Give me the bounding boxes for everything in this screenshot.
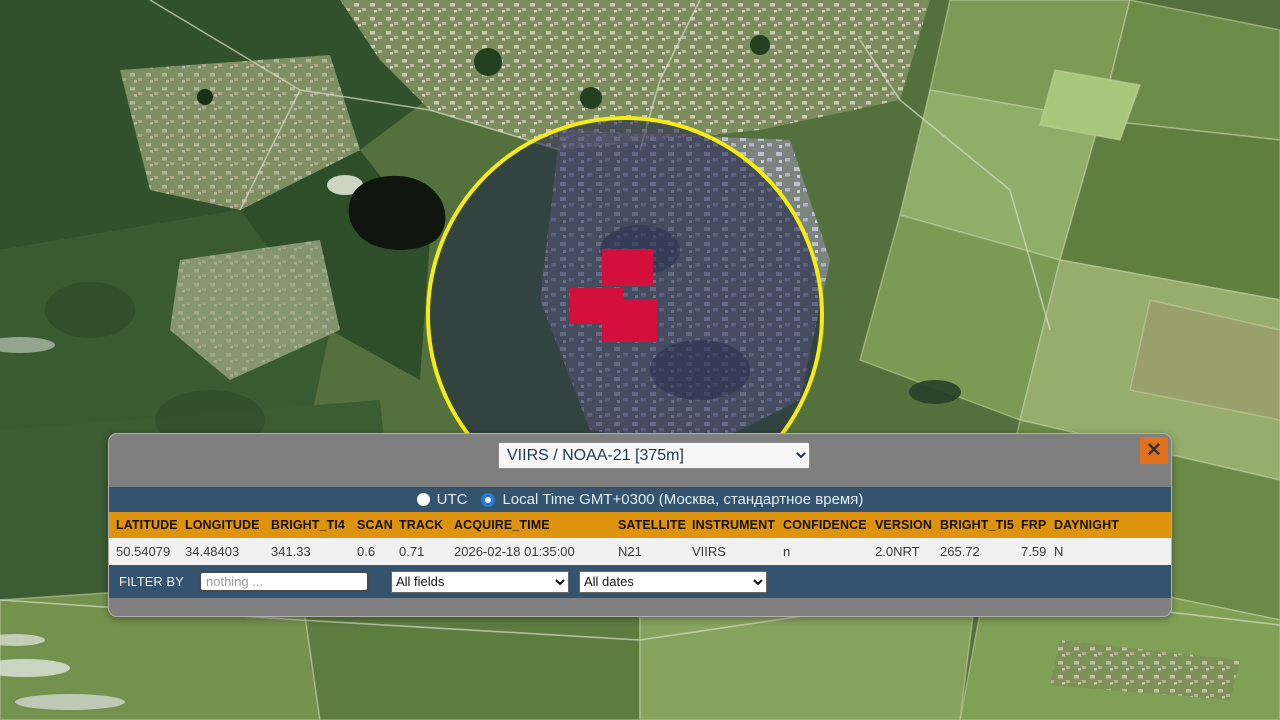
cell-latitude: 50.54079 <box>114 544 183 559</box>
cell-version: 2.0NRT <box>873 544 938 559</box>
col-header: TRACK <box>397 518 452 532</box>
fire-detection-marker[interactable] <box>602 300 657 342</box>
filter-by-label: FILTER BY <box>119 574 191 589</box>
local-time-radio-label: Local Time GMT+0300 (Москва, стандартное… <box>502 491 863 508</box>
col-header: SATELLITE <box>616 518 690 532</box>
table-header-row: LATITUDE LONGITUDE BRIGHT_TI4 SCAN TRACK… <box>109 512 1171 538</box>
fire-detection-marker[interactable] <box>602 249 653 286</box>
filter-bar: FILTER BY All fields All dates <box>109 565 1171 598</box>
filter-input[interactable] <box>199 571 369 592</box>
cell-frp: 7.59 <box>1019 544 1052 559</box>
utc-radio-group[interactable]: UTC <box>417 491 468 508</box>
cell-scan: 0.6 <box>355 544 397 559</box>
col-header: ACQUIRE_TIME <box>452 518 616 532</box>
col-header: CONFIDENCE <box>781 518 873 532</box>
sensor-select[interactable]: VIIRS / NOAA-21 [375m] <box>498 442 810 469</box>
cell-track: 0.71 <box>397 544 452 559</box>
local-time-radio-group[interactable]: Local Time GMT+0300 (Москва, стандартное… <box>481 491 863 508</box>
time-zone-bar: UTC Local Time GMT+0300 (Москва, стандар… <box>109 487 1171 512</box>
filter-dates-select[interactable]: All dates <box>579 571 767 593</box>
cell-bright-ti5: 265.72 <box>938 544 1019 559</box>
cell-instrument: VIIRS <box>690 544 781 559</box>
cell-confidence: n <box>781 544 873 559</box>
cell-longitude: 34.48403 <box>183 544 269 559</box>
col-header: LONGITUDE <box>183 518 269 532</box>
utc-radio-label: UTC <box>437 491 468 508</box>
cell-satellite: N21 <box>616 544 690 559</box>
close-icon[interactable]: ✕ <box>1140 437 1168 464</box>
cell-acquire-time: 2026-02-18 01:35:00 <box>452 544 616 559</box>
local-time-radio[interactable] <box>481 493 495 507</box>
utc-radio[interactable] <box>417 493 430 506</box>
cell-bright-ti4: 341.33 <box>269 544 355 559</box>
table-row[interactable]: 50.54079 34.48403 341.33 0.6 0.71 2026-0… <box>109 538 1171 565</box>
cell-daynight: N <box>1052 544 1171 559</box>
panel-header: VIIRS / NOAA-21 [375m] ✕ <box>109 434 1171 487</box>
col-header: VERSION <box>873 518 938 532</box>
col-header: INSTRUMENT <box>690 518 781 532</box>
col-header: FRP <box>1019 518 1052 532</box>
filter-fields-select[interactable]: All fields <box>391 571 569 593</box>
col-header: LATITUDE <box>114 518 183 532</box>
col-header: BRIGHT_TI4 <box>269 518 355 532</box>
col-header: SCAN <box>355 518 397 532</box>
col-header: DAYNIGHT <box>1052 518 1171 532</box>
col-header: BRIGHT_TI5 <box>938 518 1019 532</box>
fire-data-panel: VIIRS / NOAA-21 [375m] ✕ UTC Local Time … <box>108 433 1172 617</box>
